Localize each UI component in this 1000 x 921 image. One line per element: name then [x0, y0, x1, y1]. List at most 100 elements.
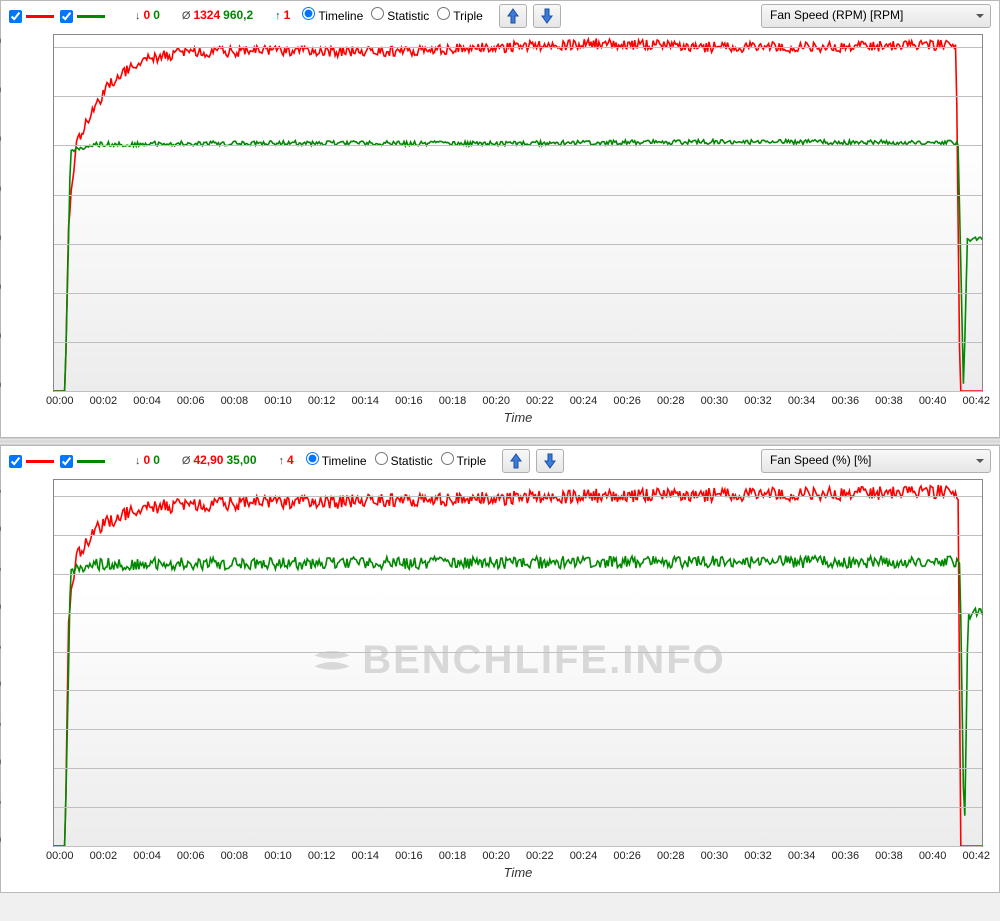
y-tick-label: 45	[0, 483, 1, 499]
checkbox-red[interactable]	[9, 10, 22, 23]
checkbox-red[interactable]	[9, 455, 22, 468]
x-tick-label: 00:04	[133, 394, 161, 408]
plot-area-rpm[interactable]	[53, 34, 983, 392]
x-tick-label: 00:38	[875, 849, 903, 863]
stat-max-red: 1	[284, 8, 291, 24]
radio-triple[interactable]: Triple	[435, 452, 487, 470]
average-icon: Ø	[182, 9, 191, 23]
move-down-button[interactable]	[536, 449, 564, 473]
y-tick-label: 5	[0, 794, 1, 810]
view-mode-radios: Timeline Statistic Triple	[300, 452, 486, 470]
x-tick-label: 00:34	[788, 849, 816, 863]
x-tick-label: 00:10	[264, 394, 292, 408]
metric-dropdown-label: Fan Speed (%) [%]	[770, 453, 871, 469]
move-down-button[interactable]	[533, 4, 561, 28]
stat-avg-red: 1324	[193, 8, 220, 24]
toolbar-percent: ↓ 0 0 Ø 42,90 35,00 ↑ 4 Timeline Statist…	[5, 448, 995, 475]
y-tick-label: 1200	[0, 84, 1, 100]
metric-dropdown[interactable]: Fan Speed (RPM) [RPM]	[761, 4, 991, 28]
x-tick-label: 00:18	[439, 394, 467, 408]
x-tick-label: 00:20	[482, 849, 510, 863]
checkbox-green[interactable]	[60, 455, 73, 468]
y-tick-label: 1400	[0, 34, 1, 50]
x-tick-label: 00:14	[351, 849, 379, 863]
chart-percent: BENCHLIFE.INFO 00:0000:0200:0400:0600:08…	[5, 475, 995, 884]
y-tick-label: 200	[0, 329, 1, 345]
toolbar-rpm: ↓ 0 0 Ø 1324 960,2 ↑ 1 Timeline Statisti…	[5, 3, 995, 30]
metric-dropdown[interactable]: Fan Speed (%) [%]	[761, 449, 991, 473]
x-tick-label: 00:22	[526, 394, 554, 408]
y-tick-label: 600	[0, 231, 1, 247]
arrow-up-icon: ↑	[275, 9, 281, 23]
stat-max: ↑ 4	[279, 453, 294, 469]
x-tick-labels-percent: 00:0000:0200:0400:0600:0800:1000:1200:14…	[46, 847, 990, 863]
stat-min-red: 0	[144, 8, 151, 24]
x-tick-label: 00:10	[264, 849, 292, 863]
series-svg-rpm	[54, 35, 982, 391]
x-tick-label: 00:40	[919, 394, 947, 408]
chart-rpm: 00:00 00:02 00:04 00:06 00:08 00:10 00:12 00:14…	[5, 30, 995, 429]
radio-statistic[interactable]: Statistic	[365, 7, 429, 25]
series-toggle-red[interactable]	[9, 455, 54, 468]
stat-avg: Ø 42,90 35,00	[182, 453, 257, 469]
arrow-up-blue-icon	[510, 453, 522, 469]
stat-min: ↓ 0 0	[135, 453, 160, 469]
x-tick-label: 00:12	[308, 394, 336, 408]
move-up-button[interactable]	[502, 449, 530, 473]
stat-avg-green: 35,00	[226, 453, 256, 469]
x-tick-label: 00:08	[221, 394, 249, 408]
stat-min-green: 0	[153, 8, 160, 24]
x-tick-label: 00:18	[439, 849, 467, 863]
move-up-button[interactable]	[499, 4, 527, 28]
y-tick-label: 0	[0, 378, 1, 394]
arrow-down-icon: ↓	[135, 454, 141, 468]
y-tick-label: 400	[0, 280, 1, 296]
y-tick-label: 20	[0, 678, 1, 694]
x-tick-label: 00:40	[919, 849, 947, 863]
x-tick-label: 00:08	[221, 849, 249, 863]
plot-area-percent[interactable]: BENCHLIFE.INFO	[53, 479, 983, 847]
y-tick-label: 35	[0, 561, 1, 577]
y-tick-label: 10	[0, 756, 1, 772]
series-toggle-red[interactable]	[9, 10, 54, 23]
view-mode-radios: Timeline Statistic Triple	[296, 7, 482, 25]
x-tick-label: 00:36	[832, 849, 860, 863]
arrow-up-icon: ↑	[279, 454, 285, 468]
x-tick-label: 00:06	[177, 394, 205, 408]
stat-avg-green: 960,2	[223, 8, 253, 24]
stat-min-red: 0	[144, 453, 151, 469]
y-tick-label: 15	[0, 717, 1, 733]
x-tick-label: 00:38	[875, 394, 903, 408]
average-icon: Ø	[182, 454, 191, 468]
swatch-green	[77, 460, 105, 463]
x-tick-label: 00:00	[46, 394, 74, 408]
checkbox-green[interactable]	[60, 10, 73, 23]
x-tick-label: 00:30	[701, 394, 729, 408]
series-toggle-green[interactable]	[60, 10, 105, 23]
x-tick-label: 00:22	[526, 849, 554, 863]
x-tick-label: 00:20	[482, 394, 510, 408]
panel-percent: ↓ 0 0 Ø 42,90 35,00 ↑ 4 Timeline Statist…	[0, 445, 1000, 893]
radio-statistic[interactable]: Statistic	[369, 452, 433, 470]
series-toggle-green[interactable]	[60, 455, 105, 468]
radio-triple[interactable]: Triple	[431, 7, 483, 25]
x-tick-label: 00:34	[788, 394, 816, 408]
arrow-down-icon: ↓	[135, 9, 141, 23]
x-tick-label: 00:00	[46, 849, 74, 863]
x-tick-label: 00:14	[351, 394, 379, 408]
panel-divider	[0, 438, 1000, 445]
x-tick-label: 00:24	[570, 394, 598, 408]
x-tick-label: 00:32	[744, 394, 772, 408]
x-tick-label: 00:04	[133, 849, 161, 863]
stat-max-red: 4	[287, 453, 294, 469]
y-tick-label: 1000	[0, 133, 1, 149]
radio-timeline[interactable]: Timeline	[300, 452, 367, 470]
radio-timeline[interactable]: Timeline	[296, 7, 363, 25]
x-tick-label: 00:16	[395, 394, 423, 408]
x-tick-label: 00:42	[962, 394, 990, 408]
arrow-down-blue-icon	[544, 453, 556, 469]
x-tick-label: 00:02	[90, 394, 118, 408]
arrow-down-blue-icon	[541, 8, 553, 24]
y-tick-label: 0	[0, 833, 1, 849]
x-axis-title-rpm: Time	[53, 408, 983, 427]
